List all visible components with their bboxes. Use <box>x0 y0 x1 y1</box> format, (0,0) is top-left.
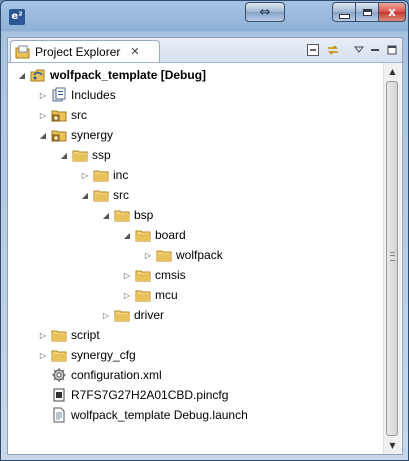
folder-icon <box>93 167 109 183</box>
expand-arrow-closed-icon[interactable]: ▷ <box>121 269 133 281</box>
tree-item-label: wolfpack_template Debug.launch <box>71 408 248 422</box>
tree-item-label: ssp <box>92 148 111 162</box>
scroll-thumb[interactable] <box>386 81 398 436</box>
expand-arrow-closed-icon[interactable]: ▷ <box>37 349 49 361</box>
tree-item-label: inc <box>113 168 129 182</box>
tab-close-icon[interactable]: ✕ <box>130 45 139 58</box>
tree-item[interactable]: R7FS7G27H2A01CBD.pincfg <box>37 385 228 405</box>
expand-arrow-closed-icon[interactable]: ▷ <box>100 309 112 321</box>
folder-icon <box>93 187 109 203</box>
link-with-editor-icon[interactable] <box>325 42 341 58</box>
source-folder-icon <box>51 127 67 143</box>
vertical-scrollbar[interactable]: ▲ ▼ <box>383 63 401 454</box>
tree-item-label: wolfpack_template [Debug] <box>50 68 207 82</box>
tree-item[interactable]: ▷ driver <box>100 305 164 325</box>
maximize-icon <box>362 8 372 16</box>
tree-item[interactable]: wolfpack_template Debug.launch <box>37 405 248 425</box>
tree-item[interactable]: ▷ Includes <box>37 85 116 105</box>
tree-item[interactable]: ▷ cmsis <box>121 265 186 285</box>
expand-arrow-open-icon[interactable]: ◢ <box>100 209 112 221</box>
project-icon <box>30 67 46 83</box>
folder-icon <box>51 347 67 363</box>
scroll-up-icon[interactable]: ▲ <box>384 63 401 80</box>
scroll-down-icon[interactable]: ▼ <box>384 437 401 454</box>
no-arrow <box>37 369 49 381</box>
launch-file-icon <box>51 407 67 423</box>
tree-item[interactable]: ▷ wolfpack <box>142 245 223 265</box>
gear-file-icon <box>51 367 67 383</box>
tree-item[interactable]: ▷ src <box>37 105 87 125</box>
maximize-view-icon[interactable] <box>384 42 400 58</box>
project-explorer-view: Project Explorer ✕ ◢ wolfpack_template [D… <box>7 37 403 455</box>
view-menu-icon[interactable] <box>351 42 367 58</box>
tree-item-label: R7FS7G27H2A01CBD.pincfg <box>71 388 229 402</box>
tree-item-label: board <box>155 228 186 242</box>
double-arrow-icon: ⇔ <box>259 4 271 20</box>
tree-item[interactable]: ▷ synergy_cfg <box>37 345 136 365</box>
tree-item-label: src <box>71 108 87 122</box>
tree-item[interactable]: ◢ wolfpack_template [Debug] <box>16 65 207 85</box>
minimize-icon <box>338 13 350 19</box>
folder-icon <box>135 227 151 243</box>
tree-item[interactable]: configuration.xml <box>37 365 162 385</box>
tree-item[interactable]: ▷ script <box>37 325 100 345</box>
tree-item-label: driver <box>134 308 165 322</box>
tree-item-label: bsp <box>134 208 154 222</box>
tab-label: Project Explorer <box>35 44 121 59</box>
tree-item[interactable]: ◢ board <box>121 225 186 245</box>
folder-icon <box>135 267 151 283</box>
folder-icon <box>51 327 67 343</box>
no-arrow <box>37 409 49 421</box>
close-button[interactable]: x <box>378 2 406 22</box>
eclipse-window: e² ⇔ x Project Explorer ✕ ◢ wolfpack_tem… <box>0 0 409 461</box>
tree-item-label: script <box>71 328 100 342</box>
expand-arrow-open-icon[interactable]: ◢ <box>37 129 49 141</box>
source-folder-icon <box>51 107 67 123</box>
minimize-button[interactable] <box>332 2 356 22</box>
tree-item-label: configuration.xml <box>71 368 162 382</box>
project-explorer-icon <box>15 44 31 60</box>
tree-item[interactable]: ◢ ssp <box>58 145 111 165</box>
folder-icon <box>72 147 88 163</box>
title-bar[interactable]: e² ⇔ x <box>1 1 408 31</box>
maximize-button[interactable] <box>355 2 379 22</box>
tree-item-label: wolfpack <box>176 248 223 262</box>
includes-icon <box>51 87 67 103</box>
tree-item[interactable]: ◢ src <box>79 185 129 205</box>
expand-arrow-open-icon[interactable]: ◢ <box>58 149 70 161</box>
tree-item-label: src <box>113 188 129 202</box>
tree-item[interactable]: ▷ mcu <box>121 285 178 305</box>
project-tree: ◢ wolfpack_template [Debug] ▷ Includes ▷ src ◢… <box>8 63 386 454</box>
expand-arrow-closed-icon[interactable]: ▷ <box>37 109 49 121</box>
tab-project-explorer[interactable]: Project Explorer ✕ <box>10 40 160 62</box>
app-logo: e² <box>9 9 25 25</box>
pincfg-file-icon <box>51 387 67 403</box>
expand-arrow-open-icon[interactable]: ◢ <box>16 69 28 81</box>
expand-arrow-open-icon[interactable]: ◢ <box>79 189 91 201</box>
expand-arrow-open-icon[interactable]: ◢ <box>121 229 133 241</box>
close-icon: x <box>388 5 396 19</box>
tree-item[interactable]: ▷ inc <box>79 165 128 185</box>
tree-item-label: mcu <box>155 288 178 302</box>
fullscreen-toggle-button[interactable]: ⇔ <box>245 2 285 22</box>
tree-item-label: synergy <box>71 128 114 142</box>
tree-item[interactable]: ◢ synergy <box>37 125 113 145</box>
view-tab-bar: Project Explorer ✕ <box>8 38 402 63</box>
folder-icon <box>135 287 151 303</box>
expand-arrow-closed-icon[interactable]: ▷ <box>142 249 154 261</box>
expand-arrow-closed-icon[interactable]: ▷ <box>121 289 133 301</box>
folder-icon <box>114 307 130 323</box>
tree-item-label: cmsis <box>155 268 186 282</box>
minimize-view-icon[interactable] <box>367 42 383 58</box>
tree-item-label: synergy_cfg <box>71 348 136 362</box>
tree-item-label: Includes <box>71 88 116 102</box>
expand-arrow-closed-icon[interactable]: ▷ <box>37 329 49 341</box>
folder-icon <box>156 247 172 263</box>
no-arrow <box>37 389 49 401</box>
collapse-all-icon[interactable] <box>305 42 321 58</box>
folder-icon <box>114 207 130 223</box>
expand-arrow-closed-icon[interactable]: ▷ <box>37 89 49 101</box>
tree-item[interactable]: ◢ bsp <box>100 205 153 225</box>
expand-arrow-closed-icon[interactable]: ▷ <box>79 169 91 181</box>
